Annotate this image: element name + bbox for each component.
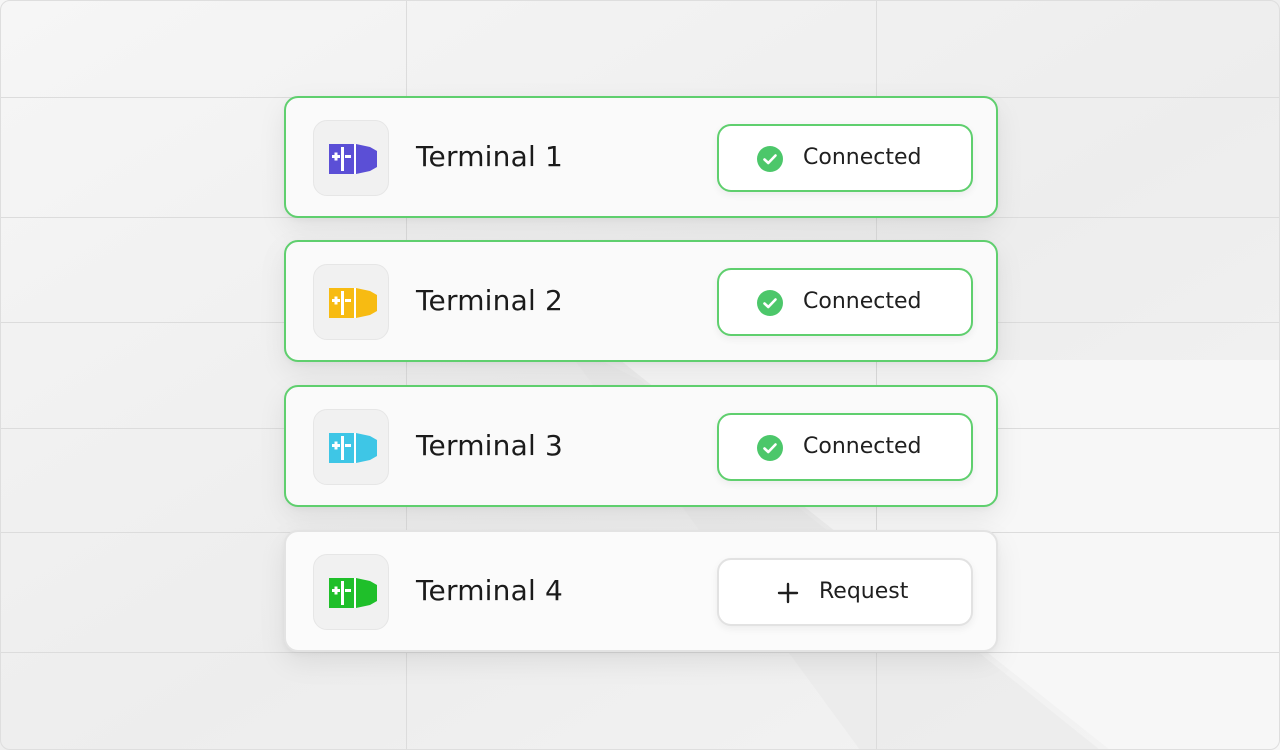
- terminal-card: Terminal 2 Connected: [284, 240, 998, 362]
- connected-status-button[interactable]: Connected: [717, 413, 973, 481]
- terminal-icon-tile: [313, 409, 389, 485]
- request-label: Request: [819, 579, 909, 604]
- container-icon: [329, 578, 377, 608]
- plus-icon: [777, 582, 799, 604]
- terminal-connections-panel: Terminal 1 Connected Terminal 2 Connecte…: [0, 0, 1280, 750]
- terminal-icon-tile: [313, 120, 389, 196]
- status-label: Connected: [803, 145, 922, 170]
- terminal-card: Terminal 3 Connected: [284, 385, 998, 507]
- request-button[interactable]: Request: [717, 558, 973, 626]
- terminal-card: Terminal 4 Request: [284, 530, 998, 652]
- check-circle-icon: [757, 435, 783, 461]
- connected-status-button[interactable]: Connected: [717, 268, 973, 336]
- status-label: Connected: [803, 434, 922, 459]
- terminal-name: Terminal 3: [416, 429, 564, 462]
- container-icon: [329, 288, 377, 318]
- connected-status-button[interactable]: Connected: [717, 124, 973, 192]
- check-circle-icon: [757, 290, 783, 316]
- terminal-name: Terminal 2: [416, 284, 564, 317]
- status-label: Connected: [803, 289, 922, 314]
- terminal-icon-tile: [313, 554, 389, 630]
- grid-line: [0, 652, 1280, 653]
- terminal-icon-tile: [313, 264, 389, 340]
- check-circle-icon: [757, 146, 783, 172]
- terminal-name: Terminal 1: [416, 140, 564, 173]
- container-icon: [329, 433, 377, 463]
- terminal-card: Terminal 1 Connected: [284, 96, 998, 218]
- terminal-name: Terminal 4: [416, 574, 564, 607]
- container-icon: [329, 144, 377, 174]
